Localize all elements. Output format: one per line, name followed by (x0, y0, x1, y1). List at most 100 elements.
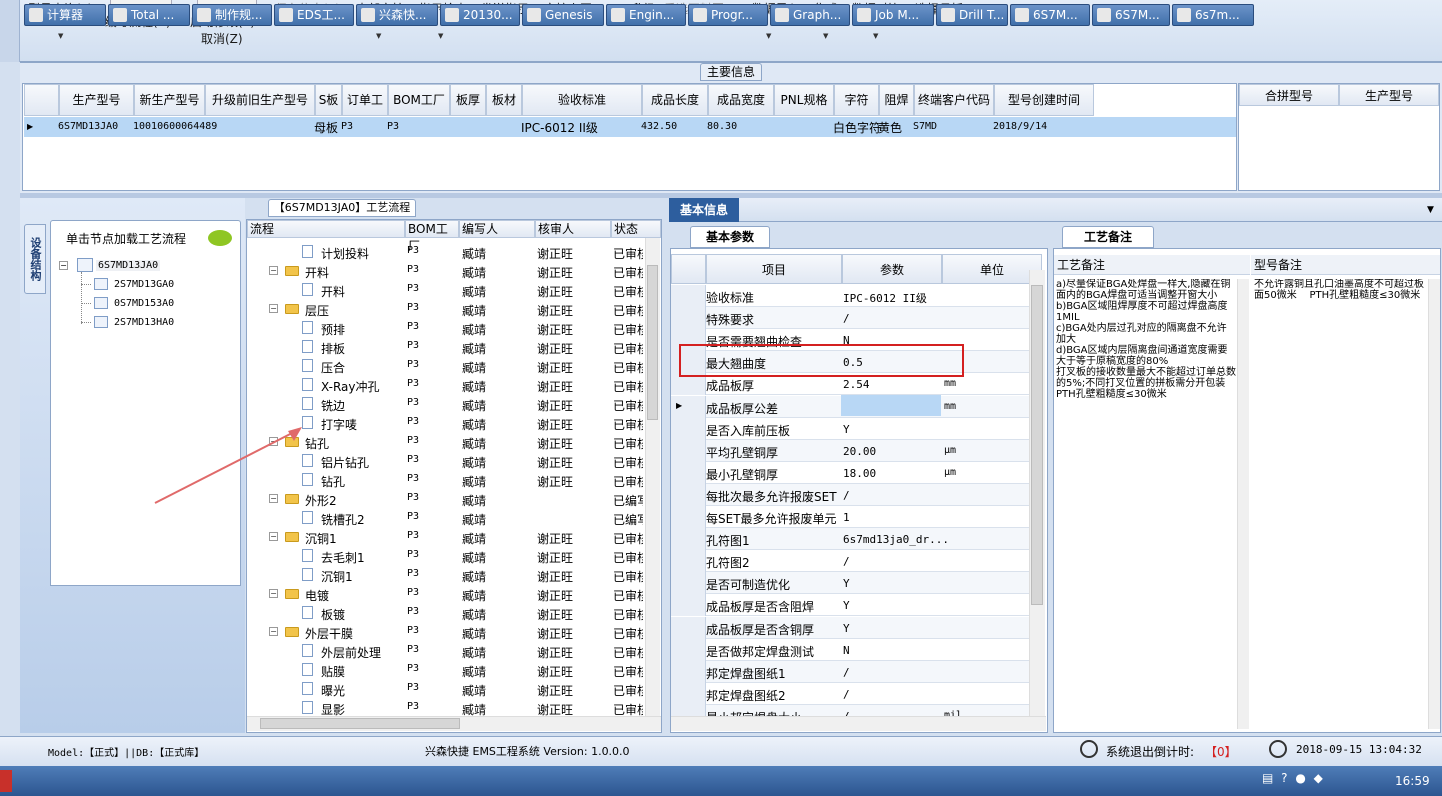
table-row[interactable]: 铣槽孔2 P3 臧靖 已编写 (247, 508, 645, 527)
tree-node[interactable]: 2S7MD13GA0 (114, 279, 174, 290)
column-header[interactable]: BOM工厂 (405, 220, 459, 253)
notes-scrollbar[interactable] (1237, 279, 1249, 729)
chevron-down-icon[interactable]: ▼ (58, 32, 63, 40)
row-header[interactable] (671, 616, 706, 639)
row-header[interactable] (671, 483, 706, 506)
chevron-down-icon[interactable]: ▼ (766, 32, 771, 40)
table-row[interactable]: 沉铜1 P3 臧靖 谢正旺 已审核 (247, 565, 645, 584)
table-row[interactable]: 贴膜 P3 臧靖 谢正旺 已审核 (247, 660, 645, 679)
column-header[interactable]: 型号创建时间 (994, 84, 1094, 116)
row-header[interactable] (671, 550, 706, 573)
table-row[interactable]: 每批次最多允许报废SET / (671, 483, 1041, 506)
tree-node[interactable]: 2S7MD13HA0 (114, 317, 174, 328)
table-row[interactable]: 每SET最多允许报废单元 1 (671, 506, 1041, 528)
tab-basic-params[interactable]: 基本参数 (690, 226, 770, 248)
column-header[interactable]: PNL规格 (774, 84, 834, 116)
taskbar-button[interactable]: 6S7M... (1092, 4, 1170, 26)
row-header[interactable] (671, 285, 706, 307)
table-row[interactable]: 最小孔壁铜厚 18.00 μm (671, 461, 1041, 484)
column-header[interactable]: 状态 (611, 220, 661, 238)
column-header[interactable]: 核审人 (535, 220, 611, 238)
taskbar-button[interactable]: 20130... (440, 4, 520, 26)
param-value[interactable]: / (843, 688, 850, 701)
model-notes-text[interactable]: 不允许露铜且孔口油墨高度不可超过板面50微米 PTH孔壁粗糙度≤30微米 (1254, 279, 1426, 719)
collapse-icon[interactable]: − (269, 532, 278, 541)
column-header[interactable]: 阻焊 (879, 84, 914, 116)
table-row[interactable]: − 沉铜1 P3 臧靖 谢正旺 已审核 (247, 527, 645, 546)
column-header[interactable]: 合拼型号 (1239, 84, 1339, 106)
table-row[interactable]: 成品板厚是否含铜厚 Y (671, 616, 1041, 639)
table-row[interactable]: 邦定焊盘图纸2 / (671, 682, 1041, 705)
table-row[interactable]: 是否入库前压板 Y (671, 417, 1041, 440)
table-row[interactable]: X-Ray冲孔 P3 臧靖 谢正旺 已审核 (247, 375, 645, 394)
column-header[interactable]: S板 (315, 84, 342, 116)
table-row[interactable]: − 外层干膜 P3 臧靖 谢正旺 已审核 (247, 622, 645, 641)
column-header[interactable]: 成品长度 (642, 84, 708, 116)
column-header[interactable]: 生产型号 (59, 84, 134, 116)
taskbar-button[interactable]: Drill T... (936, 4, 1008, 26)
collapse-icon[interactable]: − (59, 261, 68, 270)
side-tab-structure[interactable]: 设备结构 (24, 224, 46, 294)
chevron-down-icon[interactable]: ▼ (1427, 205, 1434, 215)
column-header[interactable]: 字符 (834, 84, 879, 116)
table-row[interactable]: 验收标准 IPC-6012 II级 (671, 285, 1041, 307)
params-scroll-thumb[interactable] (1031, 285, 1043, 605)
table-row[interactable]: 邦定焊盘图纸1 / (671, 660, 1041, 683)
table-row[interactable]: 是否做邦定焊盘测试 N (671, 638, 1041, 661)
tab-process-notes[interactable]: 工艺备注 (1062, 226, 1154, 248)
taskbar-button[interactable]: 6S7M... (1010, 4, 1090, 26)
taskbar-button[interactable]: Job M... (852, 4, 934, 26)
param-value[interactable]: / (843, 489, 850, 502)
column-header[interactable]: 板材 (486, 84, 522, 116)
row-header[interactable] (671, 417, 706, 440)
param-value[interactable]: 2.54 (843, 378, 870, 391)
column-header[interactable]: 终端客户代码 (914, 84, 994, 116)
column-header[interactable]: 板厚 (450, 84, 486, 116)
table-row[interactable]: 外层前处理 P3 臧靖 谢正旺 已审核 (247, 641, 645, 660)
column-header[interactable]: 项目 (706, 254, 842, 284)
selected-cell[interactable] (841, 395, 941, 416)
flow-hscroll-thumb[interactable] (260, 718, 460, 729)
row-header[interactable] (671, 638, 706, 661)
param-value[interactable]: Y (843, 423, 850, 436)
taskbar-button[interactable]: 计算器 (24, 4, 106, 26)
param-value[interactable]: / (843, 666, 850, 679)
table-row[interactable]: − 层压 P3 臧靖 谢正旺 已审核 (247, 299, 645, 318)
column-header[interactable]: 生产型号 (1339, 84, 1439, 106)
process-notes-text[interactable]: a)尽量保证BGA处焊盘一样大,隐藏在铜面内的BGA焊盘可适当调整开窗大小 b)… (1056, 279, 1236, 719)
table-row[interactable]: 压合 P3 臧靖 谢正旺 已审核 (247, 356, 645, 375)
table-row[interactable]: 曝光 P3 臧靖 谢正旺 已审核 (247, 679, 645, 698)
table-row[interactable]: 显影P3臧靖谢正旺已审核 (247, 698, 645, 717)
table-row[interactable]: 成品板厚是否含阻焊 Y (671, 594, 1041, 617)
table-row[interactable]: 特殊要求 / (671, 307, 1041, 330)
param-value[interactable]: 20.00 (843, 445, 876, 458)
chevron-down-icon[interactable]: ▼ (376, 32, 381, 40)
table-row[interactable]: 平均孔壁铜厚 20.00 μm (671, 439, 1041, 462)
param-value[interactable]: Y (843, 577, 850, 590)
table-row[interactable]: 排板 P3 臧靖 谢正旺 已审核 (247, 337, 645, 356)
table-row[interactable]: 是否可制造优化 Y (671, 572, 1041, 595)
param-value[interactable]: Y (843, 599, 850, 612)
table-row[interactable]: 铣边 P3 臧靖 谢正旺 已审核 (247, 394, 645, 413)
row-header[interactable] (671, 461, 706, 484)
row-header[interactable] (671, 682, 706, 705)
taskbar-button[interactable]: EDS工... (274, 4, 354, 26)
column-header[interactable]: 单位 (942, 254, 1042, 284)
param-value[interactable]: N (843, 644, 850, 657)
params-horizontal-scrollbar[interactable] (671, 716, 1046, 731)
collapse-icon[interactable]: − (269, 304, 278, 313)
collapse-icon[interactable]: − (269, 589, 278, 598)
column-header[interactable]: 编写人 (459, 220, 535, 238)
column-header[interactable]: 新生产型号 (134, 84, 205, 116)
collapse-icon[interactable]: − (269, 627, 278, 636)
chevron-down-icon[interactable]: ▼ (438, 32, 443, 40)
row-header[interactable] (671, 660, 706, 683)
taskbar-button[interactable]: Engin... (606, 4, 686, 26)
param-value[interactable]: 18.00 (843, 467, 876, 480)
tab-basic-info[interactable]: 基本信息 (669, 198, 739, 222)
column-header[interactable]: BOM工厂 (388, 84, 450, 116)
table-row[interactable]: 预排 P3 臧靖 谢正旺 已审核 (247, 318, 645, 337)
collapse-icon[interactable]: − (269, 266, 278, 275)
column-header[interactable]: 订单工厂 (342, 84, 388, 137)
taskbar-button[interactable]: 制作规... (192, 4, 272, 26)
